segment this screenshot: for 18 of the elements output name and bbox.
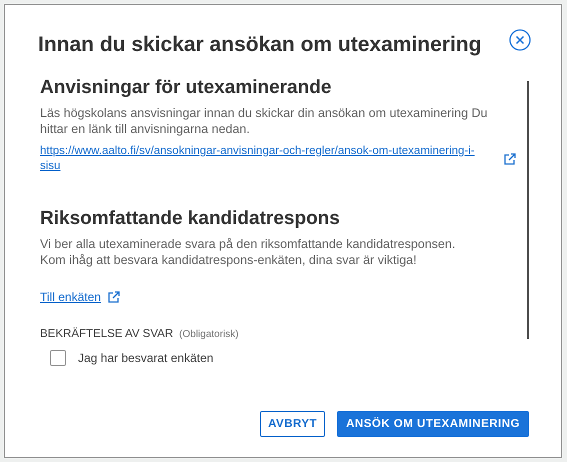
link[interactable]: https://www.aalto.fi/sv/ansokningar-anvisningar-och-regler/ansok-om-utexaminering-i-sisu bbox=[40, 144, 495, 174]
section-heading: Riksomfattande kandidatrespons bbox=[40, 208, 341, 230]
required-note: (Obligatorisk) bbox=[179, 329, 239, 340]
external-link-icon bbox=[503, 152, 517, 166]
section-text: Vi ber alla utexaminerade svara på den riksomfattande kandidatresponsen. Kom ihåg att besvara kandidatrespons-enkäten, dina svar är viktiga! bbox=[40, 236, 456, 268]
section-text: Läs högskolans ansvisningar innan du skickar din ansökan om utexaminering Du hittar en länk till anvisningarna nedan. bbox=[40, 105, 488, 137]
section-heading: Anvisningar för utexaminerande bbox=[40, 77, 332, 99]
link[interactable]: Till enkäten bbox=[40, 290, 101, 304]
submit-button[interactable]: ANSÖK OM UTEXAMINERING bbox=[337, 411, 529, 437]
checkbox-label: Jag har besvarat enkäten bbox=[78, 351, 214, 365]
close-icon bbox=[509, 29, 531, 51]
cancel-button[interactable]: AVBRYT bbox=[260, 411, 326, 437]
field-label: BEKRÄFTELSE AV SVAR bbox=[40, 328, 174, 340]
dialog-title: Innan du skickar ansökan om utexaminering bbox=[38, 33, 482, 57]
external-link-icon bbox=[106, 290, 121, 304]
scrollbar[interactable] bbox=[527, 81, 529, 339]
close-button[interactable] bbox=[509, 29, 531, 51]
checkbox[interactable] bbox=[50, 350, 66, 366]
